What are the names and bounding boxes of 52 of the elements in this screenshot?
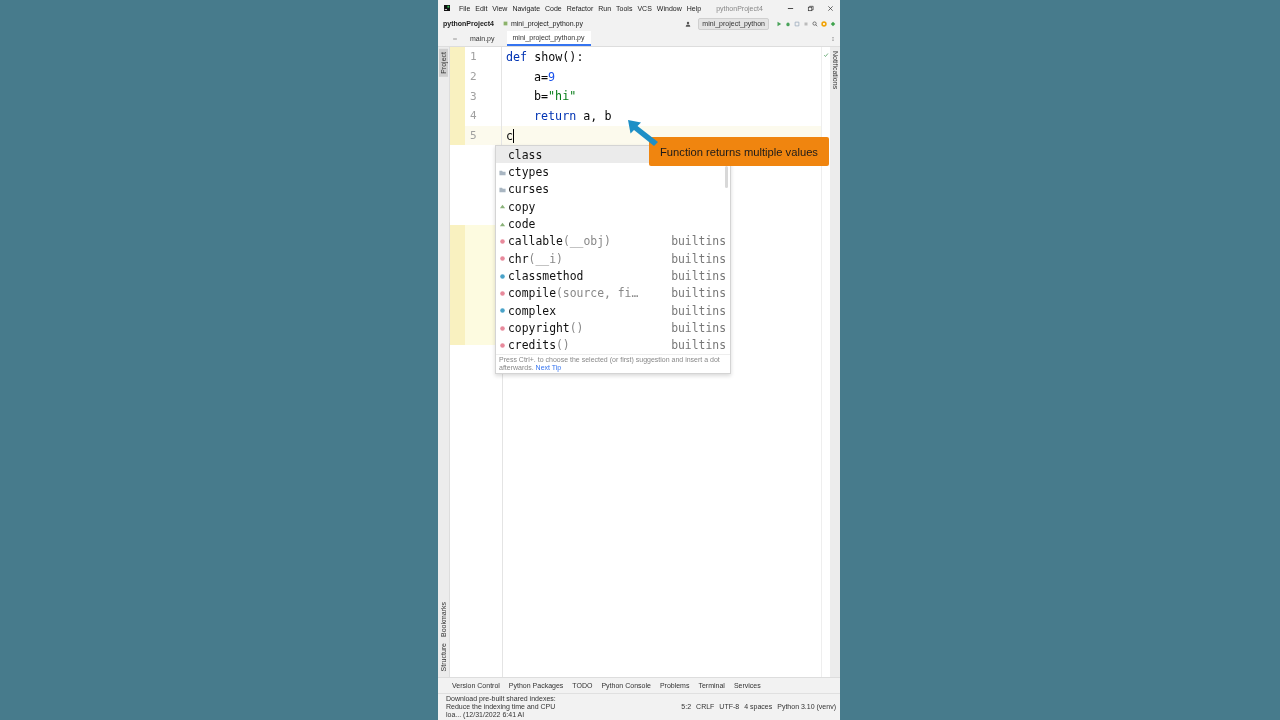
function-icon [498, 341, 506, 349]
text-caret [513, 128, 515, 143]
line-number: 5 [470, 129, 477, 143]
code-line: c [505, 128, 514, 143]
completion-item[interactable]: ctypes [496, 163, 730, 181]
collapse-icon[interactable] [452, 35, 458, 42]
scrollbar-thumb[interactable] [725, 166, 728, 188]
code-line: a=9 [533, 69, 556, 84]
completion-item[interactable]: copyright() builtins [496, 319, 730, 337]
folder-icon [498, 185, 506, 193]
module-icon [498, 203, 506, 211]
run-icon[interactable] [776, 20, 782, 27]
more-icon[interactable] [830, 35, 836, 42]
user-icon[interactable] [685, 20, 692, 27]
close-icon[interactable] [827, 4, 834, 12]
completion-item[interactable]: curses [496, 180, 730, 199]
stop-icon[interactable] [803, 20, 809, 27]
search-icon[interactable] [812, 20, 818, 27]
update-icon[interactable] [821, 20, 827, 27]
code-line: b="hi" [533, 89, 577, 104]
line-number: 2 [470, 70, 477, 84]
coverage-icon[interactable] [794, 20, 800, 27]
function-icon [498, 255, 506, 263]
completion-item[interactable]: code [496, 215, 730, 233]
module-icon [498, 220, 506, 228]
line-number: 1 [470, 50, 477, 64]
completion-item[interactable]: compile(source, fi… builtins [496, 284, 730, 303]
folder-icon [498, 168, 506, 176]
function-icon [498, 289, 506, 297]
line-number: 4 [470, 109, 477, 123]
checkmark-icon [823, 52, 829, 58]
app-logo-icon [444, 5, 450, 11]
file-icon [502, 21, 508, 26]
completion-item[interactable]: complex builtins [496, 302, 730, 320]
completion-item[interactable]: classmethod builtins [496, 267, 730, 285]
line-number: 3 [470, 89, 477, 103]
callout-tooltip: Function returns multiple values [649, 137, 829, 166]
code-line: return a, b [533, 108, 612, 123]
debug-icon[interactable] [785, 20, 791, 27]
class-icon [498, 272, 506, 280]
completion-item[interactable]: credits() builtins [496, 336, 730, 355]
restore-icon[interactable] [807, 4, 814, 12]
plugin-icon[interactable] [830, 20, 836, 27]
completion-item[interactable]: callable(__obj) builtins [496, 232, 730, 251]
completion-item[interactable]: chr(__i) builtins [496, 250, 730, 268]
function-icon [498, 237, 506, 245]
change-marker [450, 47, 465, 67]
function-icon [498, 324, 506, 332]
code-line: def show(): [505, 49, 584, 64]
pointer-arrow [626, 118, 660, 148]
class-icon [498, 307, 506, 315]
completion-item[interactable]: copy [496, 198, 730, 216]
